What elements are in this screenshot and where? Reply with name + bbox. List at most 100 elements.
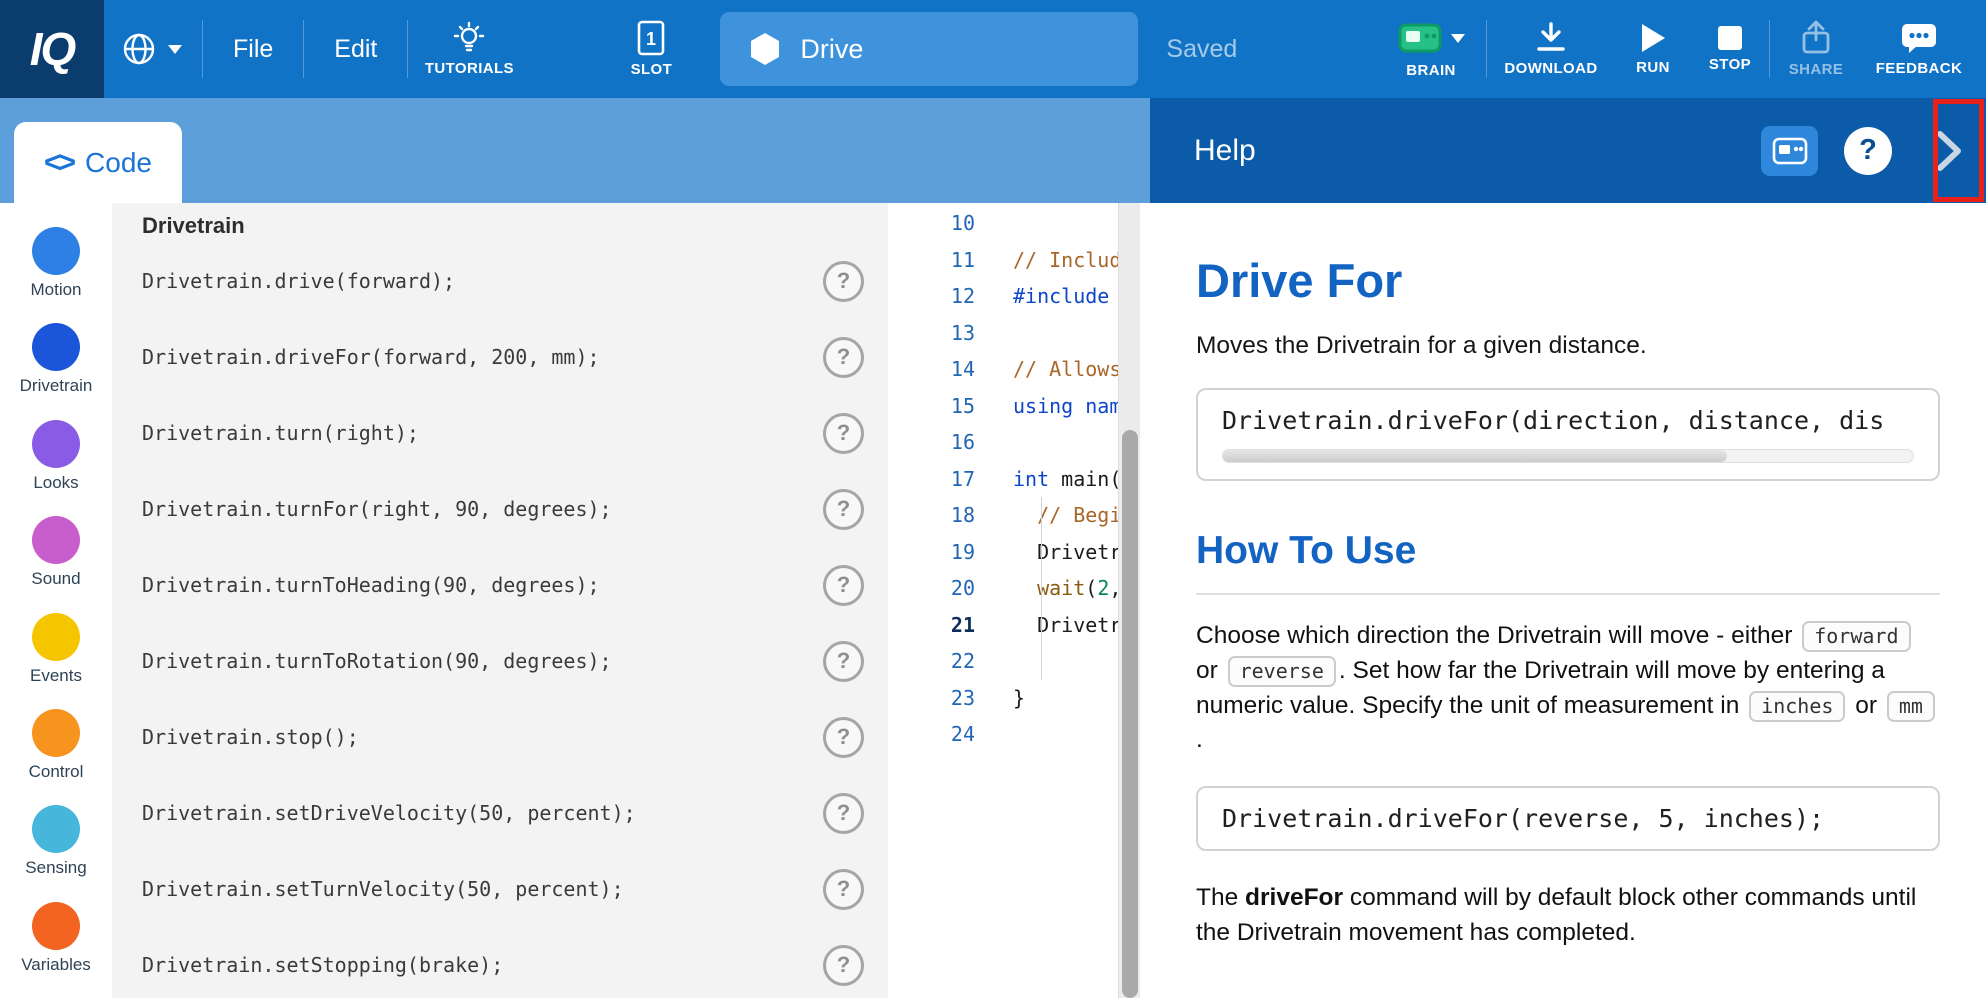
project-name-button[interactable]: Drive — [720, 12, 1138, 86]
events-category-icon[interactable] — [32, 613, 80, 661]
command-text[interactable]: Drivetrain.drive(forward); — [142, 269, 455, 293]
command-text[interactable]: Drivetrain.turn(right); — [142, 421, 419, 445]
code-tab-label: Code — [85, 147, 152, 179]
line-number: 23 — [888, 686, 975, 710]
line-number: 18 — [888, 503, 975, 527]
signature-scrollbar-thumb[interactable] — [1223, 450, 1727, 462]
command-signature-box: Drivetrain.driveFor(direction, distance,… — [1196, 388, 1940, 481]
command-text[interactable]: Drivetrain.setDriveVelocity(50, percent)… — [142, 801, 636, 825]
command-help-button[interactable]: ? — [823, 793, 864, 834]
help-panel: Help ? Drive For Moves the Drivetrain fo… — [1150, 98, 1986, 998]
line-number: 10 — [888, 211, 975, 235]
motion-category-icon[interactable] — [32, 227, 80, 275]
editor-line[interactable]: 21 Drivetr — [888, 607, 1150, 644]
category-control[interactable]: Control — [0, 709, 112, 805]
code-editor[interactable]: 1011// Include12#include "1314// Allows1… — [888, 203, 1150, 998]
editor-line[interactable]: 17int main( — [888, 461, 1150, 498]
command-text[interactable]: Drivetrain.setTurnVelocity(50, percent); — [142, 877, 624, 901]
share-button[interactable]: SHARE — [1770, 0, 1862, 98]
editor-vertical-scrollbar[interactable] — [1118, 203, 1140, 998]
line-code: // Allows — [1013, 357, 1121, 381]
editor-line[interactable]: 14// Allows — [888, 351, 1150, 388]
editor-line[interactable]: 18 // Begi — [888, 497, 1150, 534]
brain-button[interactable]: BRAIN — [1376, 0, 1486, 98]
category-label: Control — [29, 762, 84, 782]
help-content: Drive For Moves the Drivetrain for a giv… — [1150, 203, 1986, 951]
category-variables[interactable]: Variables — [0, 902, 112, 998]
command-help-button[interactable]: ? — [823, 261, 864, 302]
line-number: 22 — [888, 649, 975, 673]
inline-code-chip: mm — [1887, 691, 1935, 722]
help-header: Help ? — [1150, 98, 1986, 203]
command-help-button[interactable]: ? — [823, 869, 864, 910]
category-sound[interactable]: Sound — [0, 516, 112, 612]
command-row: Drivetrain.setDriveVelocity(50, percent)… — [142, 775, 888, 851]
category-drivetrain[interactable]: Drivetrain — [0, 323, 112, 419]
category-label: Variables — [21, 955, 91, 975]
line-code: // Begi — [1013, 503, 1121, 527]
sensing-category-icon[interactable] — [32, 805, 80, 853]
command-row: Drivetrain.drive(forward);? — [142, 243, 888, 319]
help-brain-toggle-button[interactable] — [1761, 126, 1818, 176]
command-row: Drivetrain.turnToHeading(90, degrees);? — [142, 547, 888, 623]
command-help-button[interactable]: ? — [823, 413, 864, 454]
download-button[interactable]: DOWNLOAD — [1487, 0, 1615, 98]
signature-horizontal-scrollbar[interactable] — [1222, 449, 1914, 463]
language-globe-button[interactable] — [120, 0, 182, 98]
tab-code[interactable]: <> Code — [14, 122, 182, 204]
chevron-down-icon — [1451, 34, 1465, 43]
looks-category-icon[interactable] — [32, 420, 80, 468]
help-question-button[interactable]: ? — [1844, 127, 1892, 175]
drivetrain-category-icon[interactable] — [32, 323, 80, 371]
run-label: RUN — [1636, 59, 1670, 76]
tutorials-button[interactable]: TUTORIALS — [408, 0, 530, 98]
editor-line[interactable]: 15using name — [888, 388, 1150, 425]
command-text[interactable]: Drivetrain.stop(); — [142, 725, 359, 749]
edit-menu[interactable]: Edit — [304, 0, 407, 98]
run-button[interactable]: RUN — [1615, 0, 1691, 98]
command-text[interactable]: Drivetrain.turnFor(right, 90, degrees); — [142, 497, 612, 521]
section-divider — [1196, 593, 1940, 595]
category-looks[interactable]: Looks — [0, 420, 112, 516]
editor-line[interactable]: 13 — [888, 315, 1150, 352]
sound-category-icon[interactable] — [32, 516, 80, 564]
command-text[interactable]: Drivetrain.turnToRotation(90, degrees); — [142, 649, 612, 673]
command-help-button[interactable]: ? — [823, 337, 864, 378]
line-code: } — [1013, 686, 1025, 710]
editor-line[interactable]: 22 — [888, 643, 1150, 680]
editor-line[interactable]: 19 Drivetr — [888, 534, 1150, 571]
download-label: DOWNLOAD — [1504, 60, 1597, 77]
editor-line[interactable]: 10 — [888, 205, 1150, 242]
command-text[interactable]: Drivetrain.turnToHeading(90, degrees); — [142, 573, 600, 597]
globe-icon — [120, 30, 158, 68]
code-brackets-icon: <> — [44, 146, 73, 180]
command-text[interactable]: Drivetrain.setStopping(brake); — [142, 953, 503, 977]
category-sensing[interactable]: Sensing — [0, 805, 112, 901]
command-help-button[interactable]: ? — [823, 489, 864, 530]
file-menu[interactable]: File — [203, 0, 303, 98]
command-help-button[interactable]: ? — [823, 945, 864, 986]
control-category-icon[interactable] — [32, 709, 80, 757]
editor-line[interactable]: 12#include " — [888, 278, 1150, 315]
editor-line[interactable]: 16 — [888, 424, 1150, 461]
stop-button[interactable]: STOP — [1691, 0, 1769, 98]
command-help-button[interactable]: ? — [823, 717, 864, 758]
command-text[interactable]: Drivetrain.driveFor(forward, 200, mm); — [142, 345, 600, 369]
editor-line[interactable]: 24 — [888, 716, 1150, 753]
editor-scrollbar-thumb[interactable] — [1122, 430, 1138, 998]
command-row: Drivetrain.turn(right);? — [142, 395, 888, 471]
editor-line[interactable]: 20 wait(2, — [888, 570, 1150, 607]
editor-line[interactable]: 23} — [888, 680, 1150, 717]
annotation-highlight-box — [1933, 99, 1984, 202]
line-number: 24 — [888, 722, 975, 746]
command-help-button[interactable]: ? — [823, 641, 864, 682]
editor-lines: 1011// Include12#include "1314// Allows1… — [888, 203, 1150, 753]
variables-category-icon[interactable] — [32, 902, 80, 950]
command-help-button[interactable]: ? — [823, 565, 864, 606]
editor-line[interactable]: 11// Include — [888, 242, 1150, 279]
category-motion[interactable]: Motion — [0, 227, 112, 323]
line-number: 15 — [888, 394, 975, 418]
category-events[interactable]: Events — [0, 613, 112, 709]
slot-button[interactable]: 1 SLOT — [608, 0, 694, 98]
feedback-button[interactable]: FEEDBACK — [1862, 0, 1976, 98]
